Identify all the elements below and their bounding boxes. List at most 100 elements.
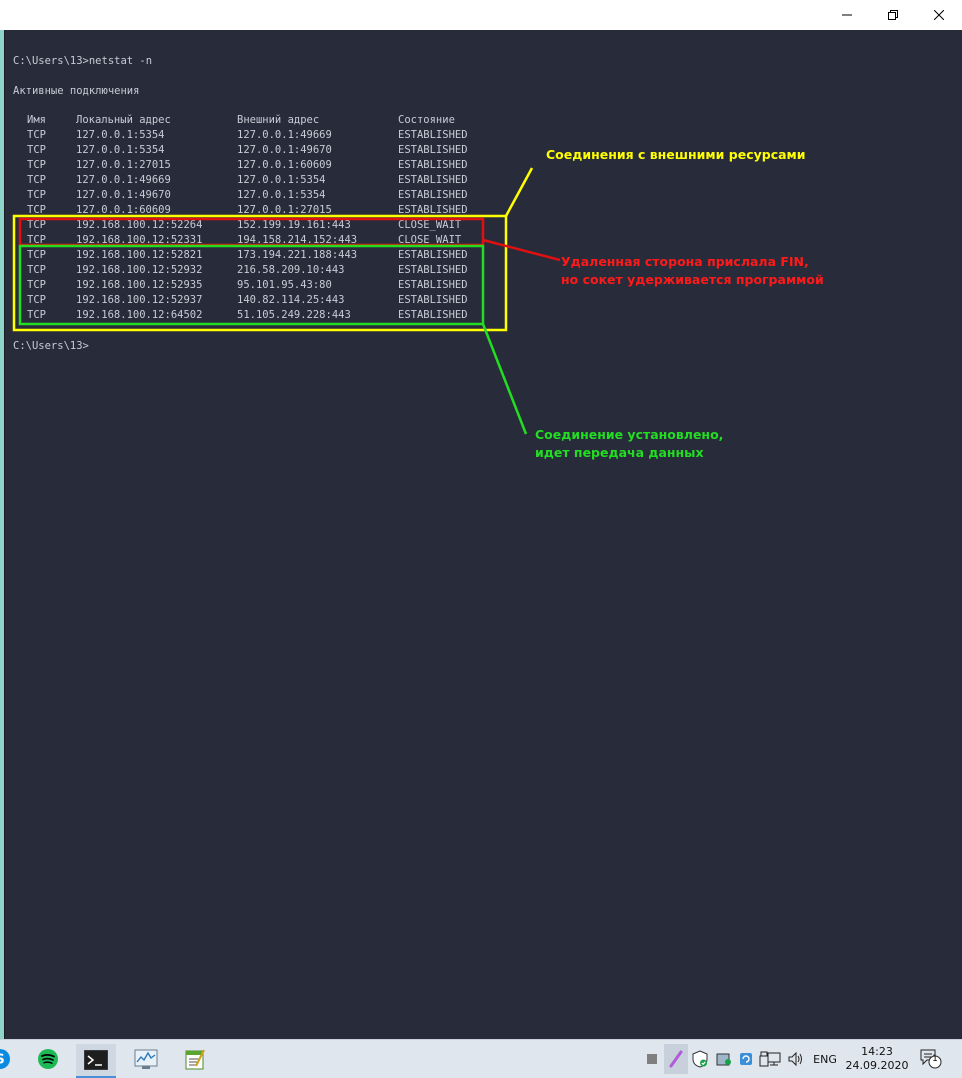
- minimize-icon: [842, 14, 852, 16]
- restore-button[interactable]: [870, 0, 916, 30]
- command-prompt[interactable]: C:\Users\13>: [13, 339, 89, 354]
- cell-foreign-address: 95.101.95.43:80: [237, 279, 332, 291]
- annotation-external-connections: Соединения с внешними ресурсами: [546, 147, 806, 162]
- annotation-established-line1: Соединение установлено,: [535, 427, 724, 442]
- section-title: Активные подключения: [13, 85, 140, 97]
- cell-state: ESTABLISHED: [398, 309, 468, 321]
- cell-foreign-address: 127.0.0.1:60609: [237, 159, 332, 171]
- cell-proto: TCP: [27, 219, 46, 231]
- cell-proto: TCP: [27, 264, 46, 276]
- cell-state: ESTABLISHED: [398, 144, 468, 156]
- cell-foreign-address: 194.158.214.152:443: [237, 234, 358, 246]
- cell-foreign-address: 152.199.19.161:443: [237, 219, 351, 231]
- taskbar-app-terminal[interactable]: [76, 1044, 116, 1078]
- cell-state: ESTABLISHED: [398, 129, 468, 141]
- cell-state: ESTABLISHED: [398, 294, 468, 306]
- tray-square-icon[interactable]: [644, 1050, 660, 1068]
- annotation-fin-line2: но сокет удерживается программой: [561, 272, 824, 287]
- header-local-address: Локальный адрес: [76, 114, 171, 126]
- tray-updater[interactable]: [736, 1050, 756, 1068]
- cell-foreign-address: 51.105.249.228:443: [237, 309, 351, 321]
- taskbar-app-spotify[interactable]: [28, 1044, 68, 1074]
- cell-local-address: 192.168.100.12:52937: [76, 294, 203, 306]
- cell-proto: TCP: [27, 279, 46, 291]
- tray-language[interactable]: ENG: [808, 1050, 842, 1068]
- tray-defender[interactable]: [690, 1050, 710, 1068]
- cell-proto: TCP: [27, 309, 46, 321]
- spotify-icon: [38, 1049, 58, 1069]
- cell-local-address: 127.0.0.1:49670: [76, 189, 171, 201]
- notification-count: 1: [932, 1054, 938, 1064]
- cell-state: CLOSE_WAIT: [398, 219, 462, 231]
- header-foreign-address: Внешний адрес: [237, 114, 320, 126]
- update-icon: [740, 1053, 752, 1065]
- stop-icon: [647, 1054, 657, 1064]
- taskbar-app-resource-monitor[interactable]: [126, 1044, 166, 1074]
- cell-local-address: 127.0.0.1:27015: [76, 159, 171, 171]
- close-icon: [934, 10, 944, 20]
- network-icon: [767, 1052, 781, 1066]
- cell-proto: TCP: [27, 144, 46, 156]
- annotation-established-line2: идет передача данных: [535, 445, 704, 460]
- resource-monitor-icon: [134, 1049, 158, 1069]
- action-center-button[interactable]: 1: [918, 1047, 944, 1071]
- cell-state: ESTABLISHED: [398, 249, 468, 261]
- cell-foreign-address: 140.82.114.25:443: [237, 294, 345, 306]
- window-title-bar: [0, 0, 962, 30]
- cell-state: CLOSE_WAIT: [398, 234, 462, 246]
- cell-foreign-address: 173.194.221.188:443: [237, 249, 358, 261]
- clock-time: 14:23: [861, 1045, 893, 1058]
- tray-clock[interactable]: 14:23 24.09.2020: [845, 1043, 909, 1075]
- svg-text:S: S: [0, 1053, 5, 1068]
- cell-local-address: 192.168.100.12:52331: [76, 234, 203, 246]
- pen-icon: [669, 1050, 683, 1068]
- annotation-fin-line1: Удаленная сторона прислала FIN,: [561, 254, 809, 269]
- cell-foreign-address: 127.0.0.1:27015: [237, 204, 332, 216]
- taskbar-app-notepad[interactable]: [175, 1044, 215, 1074]
- cell-foreign-address: 127.0.0.1:49670: [237, 144, 332, 156]
- cell-state: ESTABLISHED: [398, 174, 468, 186]
- taskbar-app-skype[interactable]: S: [0, 1044, 12, 1074]
- cell-local-address: 127.0.0.1:60609: [76, 204, 171, 216]
- cell-local-address: 192.168.100.12:64502: [76, 309, 203, 321]
- cell-proto: TCP: [27, 174, 46, 186]
- cell-state: ESTABLISHED: [398, 279, 468, 291]
- cell-proto: TCP: [27, 189, 46, 201]
- minimize-button[interactable]: [824, 0, 870, 30]
- tray-pen-icon[interactable]: [664, 1044, 688, 1074]
- cell-local-address: 127.0.0.1:5354: [76, 129, 165, 141]
- network-app-icon: [716, 1053, 731, 1066]
- cell-foreign-address: 216.58.209.10:443: [237, 264, 345, 276]
- cell-proto: TCP: [27, 204, 46, 216]
- cell-state: ESTABLISHED: [398, 189, 468, 201]
- window-border-shadow: [4, 30, 5, 1039]
- header-proto: Имя: [27, 114, 46, 126]
- speaker-icon: [788, 1051, 802, 1067]
- clock-date: 24.09.2020: [845, 1059, 909, 1072]
- cell-proto: TCP: [27, 129, 46, 141]
- taskbar: S ENG 14:23 24.09.2020 1: [0, 1039, 962, 1078]
- cell-proto: TCP: [27, 159, 46, 171]
- cell-proto: TCP: [27, 294, 46, 306]
- cell-proto: TCP: [27, 234, 46, 246]
- tray-network[interactable]: [764, 1050, 784, 1068]
- cell-state: ESTABLISHED: [398, 204, 468, 216]
- header-state: Состояние: [398, 114, 455, 126]
- command-line: C:\Users\13>netstat -n: [13, 55, 153, 67]
- tray-network-app[interactable]: [714, 1050, 734, 1068]
- shield-icon: [692, 1050, 708, 1068]
- cell-foreign-address: 127.0.0.1:49669: [237, 129, 332, 141]
- cell-local-address: 192.168.100.12:52821: [76, 249, 203, 261]
- skype-icon: S: [0, 1049, 10, 1069]
- cell-local-address: 127.0.0.1:49669: [76, 174, 171, 186]
- cell-proto: TCP: [27, 249, 46, 261]
- cell-local-address: 192.168.100.12:52935: [76, 279, 203, 291]
- cell-foreign-address: 127.0.0.1:5354: [237, 174, 326, 186]
- terminal-icon: [84, 1050, 108, 1070]
- cell-state: ESTABLISHED: [398, 159, 468, 171]
- cell-local-address: 127.0.0.1:5354: [76, 144, 165, 156]
- close-button[interactable]: [916, 0, 962, 30]
- tray-volume[interactable]: [786, 1050, 806, 1068]
- cell-foreign-address: 127.0.0.1:5354: [237, 189, 326, 201]
- restore-icon: [888, 10, 898, 20]
